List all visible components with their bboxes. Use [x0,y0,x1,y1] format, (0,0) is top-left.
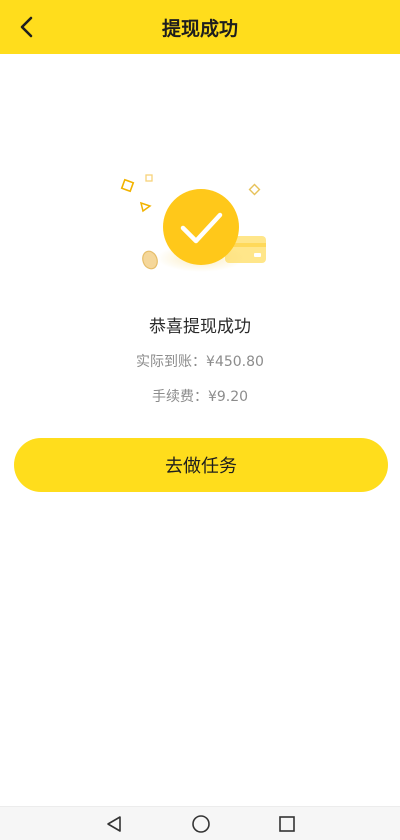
received-amount: 实际到账：¥450.80 [136,354,264,370]
top-bar: 提现成功 [0,0,400,54]
confetti-diamond-icon [248,183,261,196]
system-navigation-bar [0,806,400,840]
success-message: 恭喜提现成功 [149,317,251,337]
recents-square-icon[interactable] [276,813,298,835]
fee-amount: 手续费：¥9.20 [151,389,249,405]
page-title: 提现成功 [161,18,238,40]
coin-icon [142,250,158,270]
home-circle-icon[interactable] [190,813,212,835]
withdraw-success-illustration [120,174,266,272]
confetti-square-small-icon [145,174,153,182]
confetti-triangle-icon [139,201,152,213]
check-circle-icon [163,189,239,265]
back-triangle-icon[interactable] [103,813,125,835]
confetti-square-icon [120,178,135,193]
do-tasks-button[interactable]: 去做任务 [14,438,388,492]
